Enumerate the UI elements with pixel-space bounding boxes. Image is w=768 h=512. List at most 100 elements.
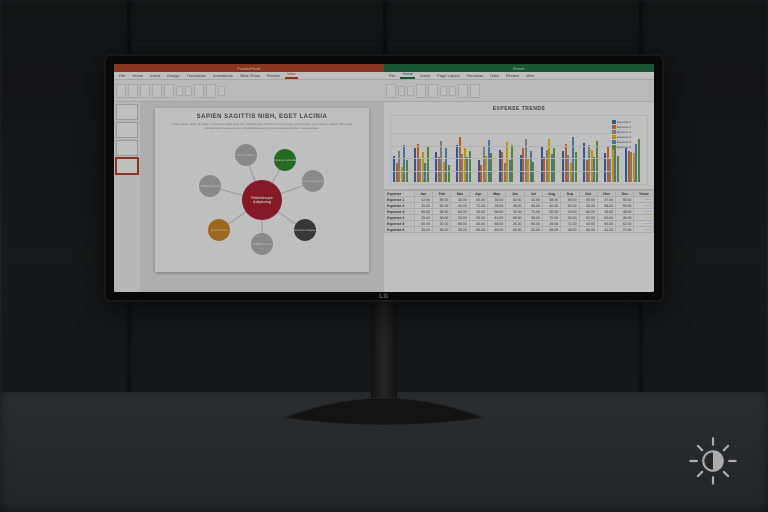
expense-chart[interactable]: Expense 1Expense 2Expense 3Expense 4Expe… (390, 115, 648, 185)
chart-cluster (604, 145, 624, 182)
slide-thumbnail-selected[interactable] (116, 158, 138, 174)
mindmap-node: Lorem efficitur (235, 144, 257, 166)
slide-title: SAPIEN SAGITTIS NIBH, EGET LACINIA (163, 114, 360, 120)
monitor-stand-base (274, 388, 494, 426)
ribbon-tab-insert[interactable]: Insert (148, 72, 162, 79)
xls-ribbon-button[interactable] (386, 84, 396, 98)
powerpoint-app: PowerPoint FileHomeInsertDesign Transitio… (114, 64, 384, 292)
ppt-ribbon-button[interactable] (218, 86, 225, 96)
legend-item: Expense 1 (612, 120, 645, 124)
ppt-ribbon-button[interactable] (116, 84, 126, 98)
xls-body: EXPENSE TRENDS Expense 1Expense 2Expense… (384, 102, 654, 292)
ribbon-tab-view[interactable]: View (524, 72, 537, 79)
mindmap-node: Nullam mauris (251, 233, 273, 255)
chart-cluster (583, 141, 603, 182)
legend-item: Expense 3 (612, 130, 645, 134)
table-row[interactable]: Expense 635.0058.0028.0050.0046.0060.003… (385, 227, 654, 233)
ppt-ribbon-button[interactable] (185, 86, 192, 96)
chart-bar (427, 146, 429, 182)
xls-ribbon-button[interactable] (458, 84, 468, 98)
chart-bar (511, 145, 513, 182)
xls-ribbon-button[interactable] (398, 86, 405, 96)
ppt-titlebar: PowerPoint (114, 64, 384, 72)
ppt-ribbon-button[interactable] (164, 84, 174, 98)
ppt-ribbon-button[interactable] (206, 84, 216, 98)
ribbon-tab-formulas[interactable]: Formulas (465, 72, 486, 79)
chart-legend: Expense 1Expense 2Expense 3Expense 4Expe… (612, 120, 645, 150)
ribbon-tab-view[interactable]: View (285, 70, 298, 79)
slide-thumbnail[interactable] (116, 122, 138, 138)
chart-bar (596, 141, 598, 182)
ribbon-tab-data[interactable]: Data (488, 72, 500, 79)
xls-table[interactable]: ExpenseJanFebMarAprMayJunJulAugSepOctNov… (384, 190, 654, 233)
legend-item: Expense 6 (612, 145, 645, 149)
ribbon-tab-design[interactable]: Design (165, 72, 181, 79)
monitor-screen: PowerPoint FileHomeInsertDesignTransitio… (114, 64, 654, 292)
ribbon-tab-page-layout[interactable]: Page Layout (435, 72, 461, 79)
chart-cluster (435, 141, 455, 182)
ribbon-tab-home[interactable]: Home (400, 70, 415, 79)
xls-ribbon-button[interactable] (449, 86, 456, 96)
ribbon-tab-review[interactable]: Review (265, 72, 282, 79)
chart-cluster (562, 137, 582, 182)
ppt-ribbon-tabs: FileHomeInsertDesign TransitionsAnimation… (114, 72, 384, 80)
chart-bar (532, 162, 534, 182)
xls-grid[interactable]: ExpenseJanFebMarAprMayJunJulAugSepOctNov… (384, 189, 654, 292)
xls-ribbon-button[interactable] (407, 86, 414, 96)
ribbon-tab-home[interactable]: Home (130, 72, 145, 79)
legend-item: Expense 2 (612, 125, 645, 129)
ribbon-tab-animations[interactable]: Animations (211, 72, 235, 79)
slide-subtitle: Lorem ipsum dolor sit amet, consectetur … (171, 122, 352, 130)
ppt-body: SAPIEN SAGITTIS NIBH, EGET LACINIA Lorem… (114, 102, 384, 292)
mindmap-hub: Pellentesque Adipiscing (242, 180, 282, 220)
chart-cluster (393, 145, 413, 182)
mindmap-node: Aenean congue (294, 219, 316, 241)
chart-title: EXPENSE TRENDS (390, 106, 648, 112)
mindmap-node: Quisque gravida (274, 149, 296, 171)
ribbon-tab-slide-show[interactable]: Slide Show (238, 72, 262, 79)
slide-thumbnail[interactable] (116, 140, 138, 156)
ppt-ribbon-zoom[interactable] (194, 84, 204, 98)
ribbon-tab-file[interactable]: File (387, 72, 397, 79)
brightness-icon[interactable] (686, 434, 740, 488)
xls-ribbon-button[interactable] (416, 84, 426, 98)
chart-cluster (414, 144, 434, 182)
xls-chart-area: EXPENSE TRENDS Expense 1Expense 2Expense… (384, 102, 654, 189)
chart-cluster (456, 137, 476, 182)
excel-app: Excel FileHomeInsertPage Layout FormulasD… (384, 64, 654, 292)
monitor-bezel: PowerPoint FileHomeInsertDesignTransitio… (104, 54, 664, 302)
monitor-brand-logo: LG (379, 294, 388, 300)
ppt-slide-canvas[interactable]: SAPIEN SAGITTIS NIBH, EGET LACINIA Lorem… (140, 102, 384, 292)
ppt-ribbon-button[interactable] (128, 84, 138, 98)
chart-bar (448, 165, 450, 182)
chart-bar (575, 152, 577, 182)
ppt-ribbon-button[interactable] (140, 84, 150, 98)
chart-bar (469, 151, 471, 182)
slide-thumbnail[interactable] (116, 104, 138, 120)
chart-bar (617, 156, 619, 182)
legend-item: Expense 5 (612, 140, 645, 144)
ribbon-tab-file[interactable]: File (117, 72, 127, 79)
legend-item: Expense 4 (612, 135, 645, 139)
ribbon-tab-insert[interactable]: Insert (418, 72, 432, 79)
mindmap-node: Nullam mauris (199, 175, 221, 197)
xls-titlebar: Excel (384, 64, 654, 72)
chart-bar (553, 148, 555, 182)
mindmap-diagram: Quisque gravida Lorem placerat Aenean cong… (192, 150, 332, 250)
mindmap-node: Lorem luctus (208, 219, 230, 241)
xls-ribbon-button[interactable] (440, 86, 447, 96)
ribbon-tab-review[interactable]: Review (504, 72, 521, 79)
xls-ribbon-button[interactable] (470, 84, 480, 98)
ppt-slide: SAPIEN SAGITTIS NIBH, EGET LACINIA Lorem… (155, 108, 368, 272)
chart-cluster (499, 142, 519, 182)
ppt-ribbon (114, 80, 384, 102)
ppt-ribbon-button[interactable] (152, 84, 162, 98)
mindmap-node: Lorem placerat (302, 170, 324, 192)
ppt-ribbon-button[interactable] (176, 86, 183, 96)
xls-ribbon (384, 80, 654, 102)
xls-ribbon-button[interactable] (428, 84, 438, 98)
xls-ribbon-tabs: FileHomeInsertPage Layout FormulasData Rev… (384, 72, 654, 80)
ribbon-tab-transitions[interactable]: Transitions (185, 72, 208, 79)
monitor-stand-neck (371, 300, 397, 400)
ppt-thumbnail-pane[interactable] (114, 102, 140, 292)
